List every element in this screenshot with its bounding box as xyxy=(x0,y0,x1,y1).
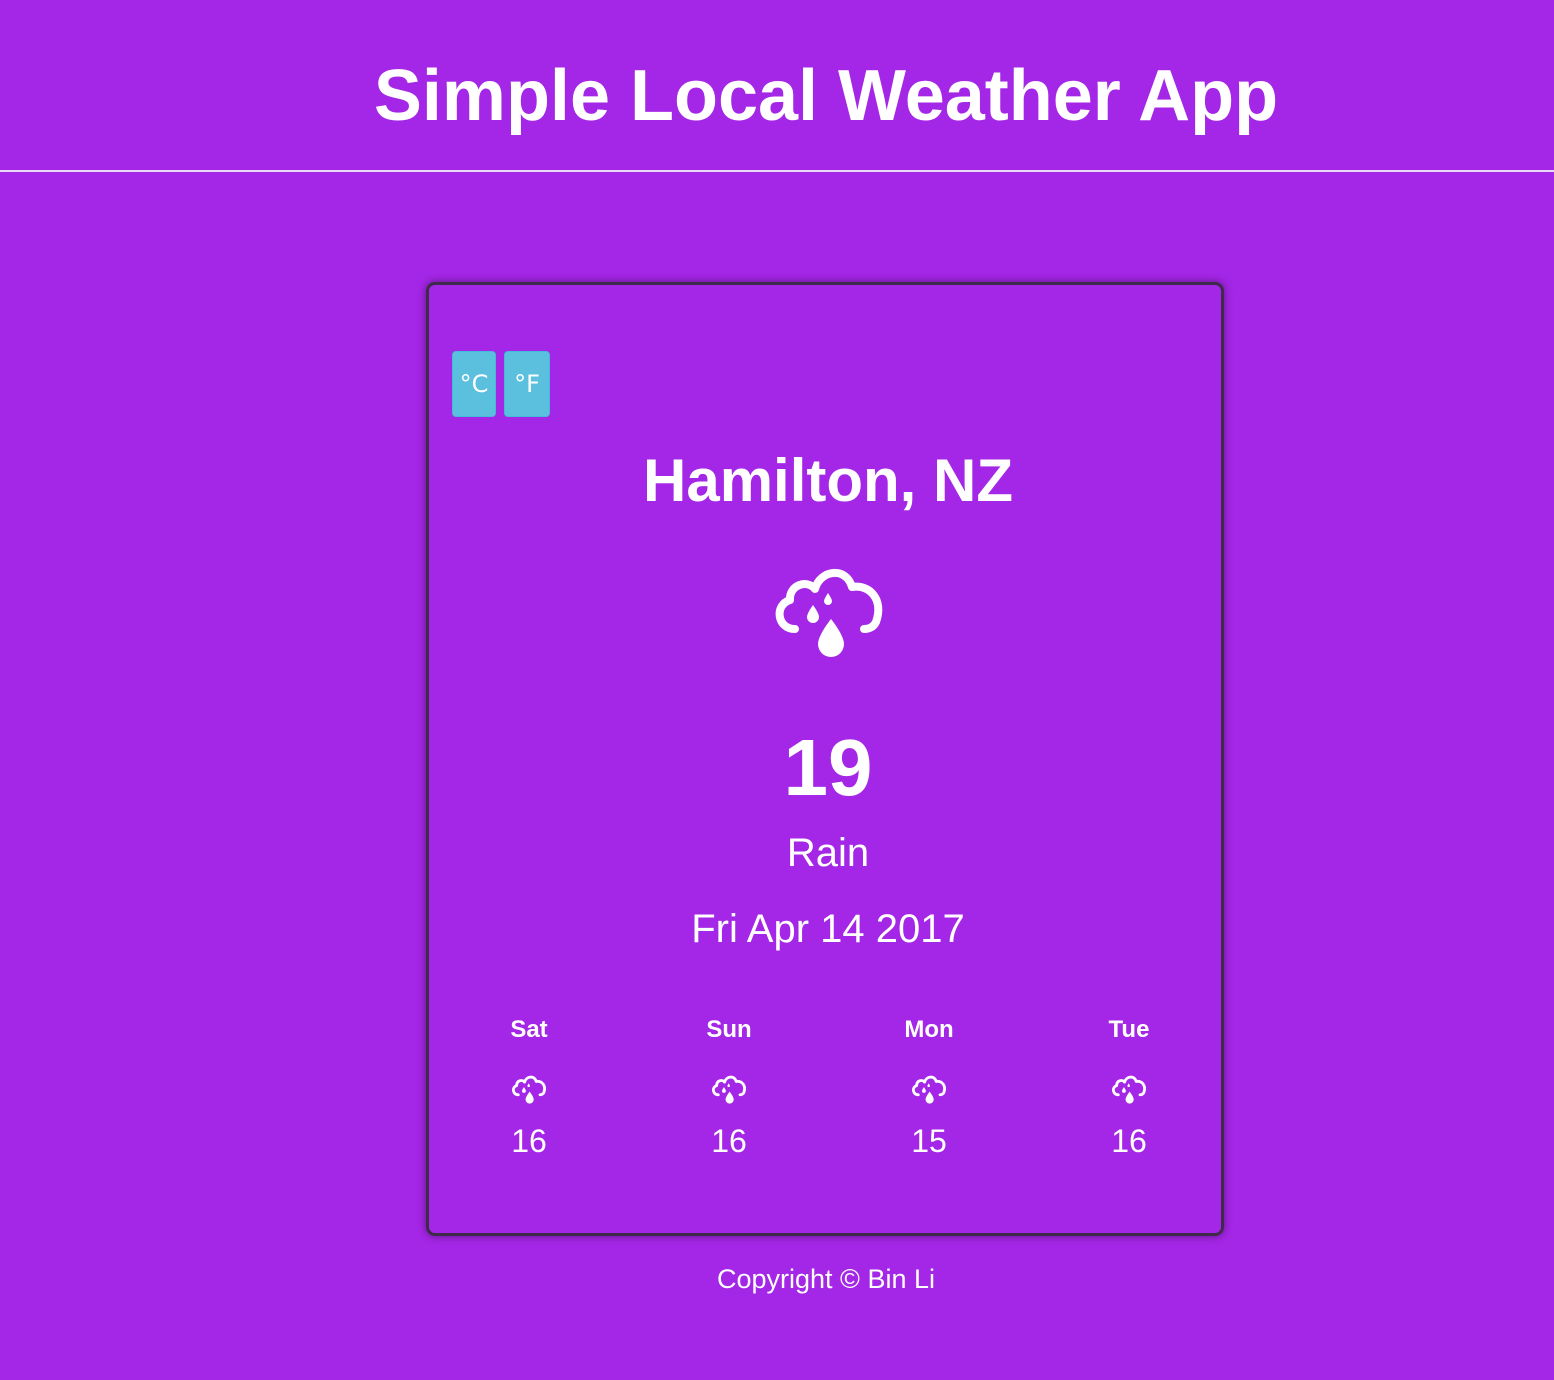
forecast-row: Sat 16 Sun 16 Mon 15 Tue 16 xyxy=(429,1015,1227,1185)
rain-cloud-icon xyxy=(912,1075,946,1104)
rain-cloud-icon xyxy=(712,1075,746,1104)
forecast-day: Tue 16 xyxy=(1029,1015,1229,1185)
forecast-day: Sat 16 xyxy=(429,1015,629,1185)
forecast-day: Sun 16 xyxy=(629,1015,829,1185)
current-date: Fri Apr 14 2017 xyxy=(691,907,965,951)
fahrenheit-button[interactable]: °F xyxy=(504,351,550,417)
forecast-day-name: Sat xyxy=(510,1016,548,1043)
location-name: Hamilton, NZ xyxy=(643,447,1013,514)
app-header: Simple Local Weather App xyxy=(0,0,1554,172)
weather-condition: Rain xyxy=(786,831,870,875)
rain-cloud-icon xyxy=(775,568,883,657)
forecast-day-name: Sun xyxy=(706,1016,752,1043)
forecast-day-name: Mon xyxy=(904,1016,954,1043)
forecast-temperature: 16 xyxy=(1111,1123,1147,1159)
forecast-day-name: Tue xyxy=(1108,1016,1150,1043)
weather-card: °C °F Hamilton, NZ 19 Rain Fri Apr 14 20… xyxy=(426,282,1224,1236)
rain-cloud-icon xyxy=(1112,1075,1146,1104)
forecast-temperature: 15 xyxy=(911,1123,947,1159)
current-temperature: 19 xyxy=(783,723,873,812)
copyright-footer: Copyright © Bin Li xyxy=(717,1264,935,1294)
forecast-temperature: 16 xyxy=(711,1123,747,1159)
celsius-button[interactable]: °C xyxy=(452,351,496,417)
app-title: Simple Local Weather App xyxy=(373,56,1279,136)
rain-cloud-icon xyxy=(512,1075,546,1104)
forecast-day: Mon 15 xyxy=(829,1015,1029,1185)
forecast-temperature: 16 xyxy=(511,1123,547,1159)
